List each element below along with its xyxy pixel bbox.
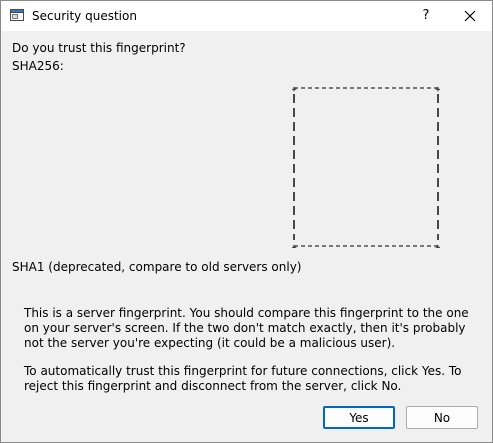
fingerprint-explanation: This is a server fingerprint. You should…	[24, 306, 469, 350]
yes-button[interactable]: Yes	[323, 406, 395, 429]
trust-question: Do you trust this fingerprint?	[12, 41, 186, 55]
svg-text:+: +	[435, 243, 440, 248]
sha256-label: SHA256:	[12, 59, 64, 73]
sha1-label: SHA1 (deprecated, compare to old servers…	[12, 260, 302, 274]
trust-instructions: To automatically trust this fingerprint …	[24, 364, 462, 393]
dialog-title: Security question	[32, 9, 137, 23]
svg-text:+: +	[292, 86, 297, 95]
fingerprint-randomart-frame: + + + +	[292, 86, 440, 248]
help-button[interactable]: ?	[411, 1, 441, 31]
svg-text:+: +	[435, 86, 440, 95]
security-question-dialog: Security question ? Do you trust this fi…	[0, 0, 493, 443]
close-icon[interactable]	[455, 1, 485, 31]
window-app-icon	[10, 9, 24, 21]
title-bar[interactable]: Security question ?	[1, 1, 492, 31]
no-button[interactable]: No	[406, 406, 478, 429]
svg-text:+: +	[292, 243, 297, 248]
